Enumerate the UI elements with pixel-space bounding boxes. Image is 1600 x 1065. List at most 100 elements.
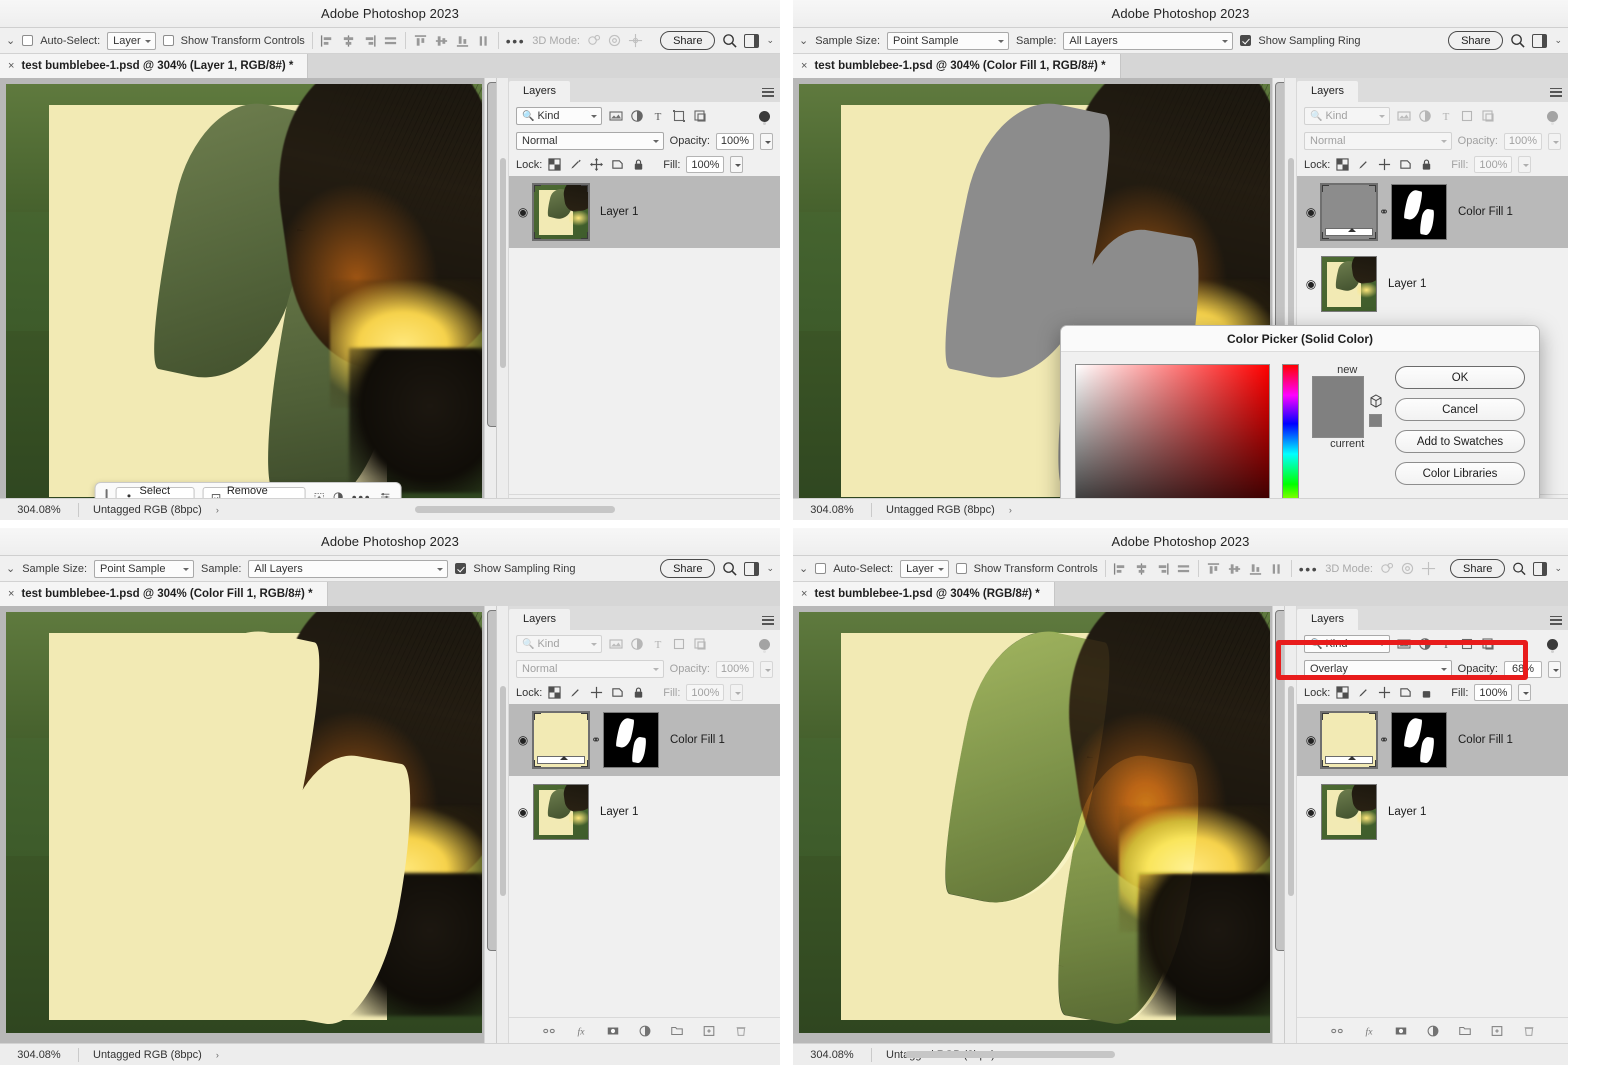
layer-visibility-toggle[interactable]: ◉ [513, 205, 533, 219]
align-bottom-edges-icon[interactable] [1248, 562, 1263, 576]
distribute-horizontal-icon[interactable] [383, 34, 398, 48]
delete-layer-trash-icon[interactable] [734, 1024, 748, 1038]
scrollbar-thumb[interactable] [487, 82, 496, 427]
share-button[interactable]: Share [1448, 31, 1503, 50]
lock-transparent-pixels-icon[interactable] [1336, 686, 1349, 699]
filter-toggle-switch[interactable] [759, 111, 770, 122]
layer-thumbnail[interactable] [533, 712, 589, 768]
blend-mode-select[interactable]: Normal [1304, 132, 1452, 150]
table-row[interactable]: ◉ Layer 1 [1297, 248, 1568, 320]
filter-adjustment-layers-icon[interactable] [630, 109, 644, 123]
lock-artboard-nesting-icon[interactable] [1399, 158, 1412, 171]
filter-type-layers-icon[interactable]: T [651, 109, 665, 123]
layer-name[interactable]: Layer 1 [600, 206, 638, 218]
fill-slider-chevron-icon[interactable] [1518, 156, 1531, 173]
tab-layers[interactable]: Layers [509, 81, 570, 102]
zoom-level[interactable]: 304.08% [793, 1049, 871, 1061]
document-tab-1[interactable]: × test bumblebee-1.psd @ 304% (Layer 1, … [0, 54, 308, 78]
new-group-folder-icon[interactable] [1458, 1024, 1472, 1038]
sample-size-select[interactable]: Point Sample [94, 560, 194, 578]
canvas-area-1[interactable]: Select subject Remove background ••• [0, 78, 496, 520]
scrollbar-thumb[interactable] [487, 610, 496, 951]
align-bottom-edges-icon[interactable] [455, 34, 470, 48]
table-row[interactable]: ◉ ⚭ [1297, 176, 1568, 248]
filter-kind-select[interactable]: 🔍Kind [1304, 635, 1390, 653]
layer-thumbnail[interactable] [1321, 712, 1377, 768]
opacity-field[interactable]: 100% [716, 133, 754, 150]
new-adjustment-layer-icon[interactable] [638, 1024, 652, 1038]
fill-field[interactable]: 100% [686, 684, 724, 701]
eyedropper-tool-indicator[interactable]: ⌄ [799, 34, 808, 47]
link-layers-icon[interactable] [542, 1024, 556, 1038]
canvas-vertical-scrollbar-3[interactable] [484, 606, 496, 1043]
align-left-edges-icon[interactable] [1113, 562, 1128, 576]
new-layer-icon[interactable] [702, 1024, 716, 1038]
fill-field[interactable]: 100% [686, 156, 724, 173]
layer-visibility-toggle[interactable]: ◉ [1301, 733, 1321, 747]
canvas-area-3[interactable] [0, 606, 496, 1043]
table-row[interactable]: ◉ Layer 1 [509, 176, 780, 248]
filter-kind-select[interactable]: 🔍Kind [1304, 107, 1390, 125]
filter-toggle-switch[interactable] [1547, 111, 1558, 122]
zoom-level[interactable]: 304.08% [0, 1049, 78, 1061]
rail-thumb[interactable] [500, 158, 506, 368]
new-current-color-swatch[interactable] [1312, 376, 1364, 438]
canvas-horizontal-scrollbar-4[interactable] [905, 1051, 1115, 1058]
lock-transparent-pixels-icon[interactable] [1336, 158, 1349, 171]
lock-all-padlock-icon[interactable] [1420, 158, 1433, 171]
mask-link-icon[interactable]: ⚭ [589, 733, 603, 747]
layer-styles-fx-icon[interactable]: fx [574, 1024, 588, 1038]
mask-link-icon[interactable]: ⚭ [1377, 733, 1391, 747]
filter-adjustment-layers-icon[interactable] [630, 637, 644, 651]
sample-size-select[interactable]: Point Sample [887, 32, 1009, 50]
panel-rail-4[interactable] [1285, 606, 1297, 1043]
zoom-level[interactable]: 304.08% [793, 504, 871, 516]
search-icon[interactable] [722, 561, 737, 576]
layer-name[interactable]: Color Fill 1 [670, 734, 725, 746]
filter-kind-select[interactable]: 🔍Kind [516, 635, 602, 653]
panel-menu-icon[interactable] [762, 613, 774, 627]
search-icon[interactable] [1512, 561, 1526, 576]
workspace-switcher-icon[interactable] [1532, 34, 1547, 48]
close-icon[interactable]: × [801, 588, 807, 600]
opacity-slider-chevron-icon[interactable] [1548, 133, 1561, 150]
table-row[interactable]: ◉ Layer 1 [509, 776, 780, 848]
filter-shape-layers-icon[interactable] [672, 109, 686, 123]
filter-adjustment-layers-icon[interactable] [1418, 109, 1432, 123]
share-button[interactable]: Share [660, 559, 715, 578]
move-tool-indicator[interactable]: ⌄ [799, 562, 808, 575]
delete-layer-trash-icon[interactable] [1522, 1024, 1536, 1038]
align-vertical-centers-icon[interactable] [434, 34, 449, 48]
panel-menu-icon[interactable] [1550, 613, 1562, 627]
sample-source-select[interactable]: All Layers [1063, 32, 1233, 50]
chevron-down-icon[interactable]: ⌄ [1554, 35, 1562, 46]
fill-slider-chevron-icon[interactable] [1518, 684, 1531, 701]
filter-adjustment-layers-icon[interactable] [1418, 637, 1432, 651]
lock-image-pixels-brush-icon[interactable] [1357, 686, 1370, 699]
lock-transparent-pixels-icon[interactable] [548, 158, 561, 171]
layer-thumbnail[interactable] [1321, 184, 1377, 240]
opacity-slider-chevron-icon[interactable] [1548, 661, 1561, 678]
saturation-brightness-field[interactable] [1075, 364, 1270, 520]
blend-mode-select[interactable]: Overlay [1304, 660, 1452, 678]
canvas-area-4[interactable] [793, 606, 1284, 1043]
opacity-slider-chevron-icon[interactable] [760, 133, 773, 150]
filter-pixel-layers-icon[interactable] [609, 109, 623, 123]
layer-mask-thumbnail[interactable] [603, 712, 659, 768]
layer-mask-thumbnail[interactable] [1391, 184, 1447, 240]
align-horizontal-centers-icon[interactable] [341, 34, 356, 48]
align-right-edges-icon[interactable] [1155, 562, 1170, 576]
lock-image-pixels-brush-icon[interactable] [569, 158, 582, 171]
lock-image-pixels-brush-icon[interactable] [569, 686, 582, 699]
layer-thumbnail[interactable] [1321, 784, 1377, 840]
table-row[interactable]: ◉ Layer 1 [1297, 776, 1568, 848]
tab-layers[interactable]: Layers [509, 609, 570, 630]
status-expand-icon[interactable]: › [1009, 505, 1012, 515]
lock-all-padlock-icon[interactable] [1420, 686, 1433, 699]
fill-slider-chevron-icon[interactable] [730, 156, 743, 173]
more-options-icon[interactable]: ••• [1299, 564, 1319, 574]
tab-layers[interactable]: Layers [1297, 609, 1358, 630]
eyedropper-tool-indicator[interactable]: ⌄ [6, 562, 15, 575]
cancel-button[interactable]: Cancel [1395, 398, 1525, 421]
status-expand-icon[interactable]: › [216, 1050, 219, 1060]
